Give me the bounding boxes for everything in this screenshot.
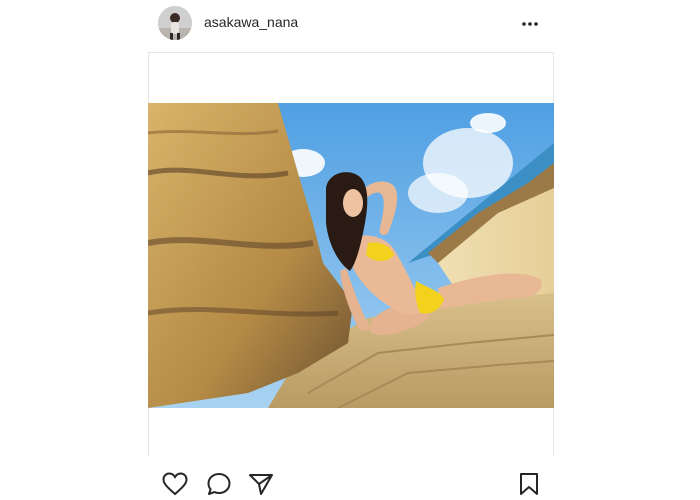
comment-bubble-icon[interactable] [204,470,234,498]
avatar[interactable] [158,6,192,40]
heart-icon[interactable] [160,470,190,498]
more-options-icon[interactable] [518,14,542,34]
post-actions [148,466,554,500]
paper-plane-icon[interactable] [246,470,276,498]
username[interactable]: asakawa_nana [204,14,298,30]
post-header: asakawa_nana [148,4,554,44]
post-photo[interactable] [148,103,554,408]
bookmark-icon[interactable] [514,470,544,498]
